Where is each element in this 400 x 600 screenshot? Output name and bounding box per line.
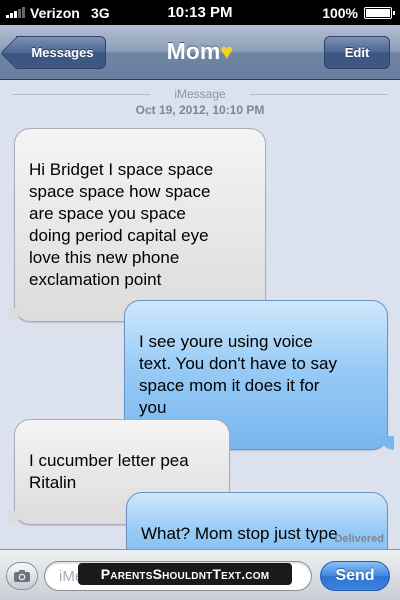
status-bar: Verizon 3G 10:13 PM 100% xyxy=(0,0,400,25)
send-button[interactable]: Send xyxy=(320,561,390,591)
contact-name: Mom xyxy=(166,38,221,64)
service-label: iMessage xyxy=(0,87,400,101)
camera-button[interactable] xyxy=(6,562,38,590)
thread-timestamp: Oct 19, 2012, 10:10 PM xyxy=(135,103,265,117)
camera-icon xyxy=(14,570,30,582)
back-button-label: Messages xyxy=(31,45,94,60)
edit-button[interactable]: Edit xyxy=(324,36,390,69)
message-thread[interactable]: iMessage Oct 19, 2012, 10:10 PM Hi Bridg… xyxy=(0,81,400,576)
message-text: I see youre using voice text. You don't … xyxy=(139,332,337,417)
message-text: Hi Bridget I space space space space how… xyxy=(29,160,214,289)
watermark-logo: ParentsShouldntText.com xyxy=(78,563,292,585)
delivered-status: Delivered xyxy=(334,533,384,545)
message-text: I cucumber letter pea Ritalin xyxy=(29,451,189,492)
edit-button-label: Edit xyxy=(344,45,370,60)
yellow-heart-icon: ♥ xyxy=(220,39,234,64)
incoming-message-bubble[interactable]: Hi Bridget I space space space space how… xyxy=(8,128,266,322)
battery-percent: 100% xyxy=(322,5,358,21)
nav-bar: Messages Mom♥ Edit xyxy=(0,25,400,80)
message-text: What? Mom stop just type xyxy=(141,524,338,543)
send-button-label: Send xyxy=(335,567,375,584)
battery-icon xyxy=(364,7,395,19)
